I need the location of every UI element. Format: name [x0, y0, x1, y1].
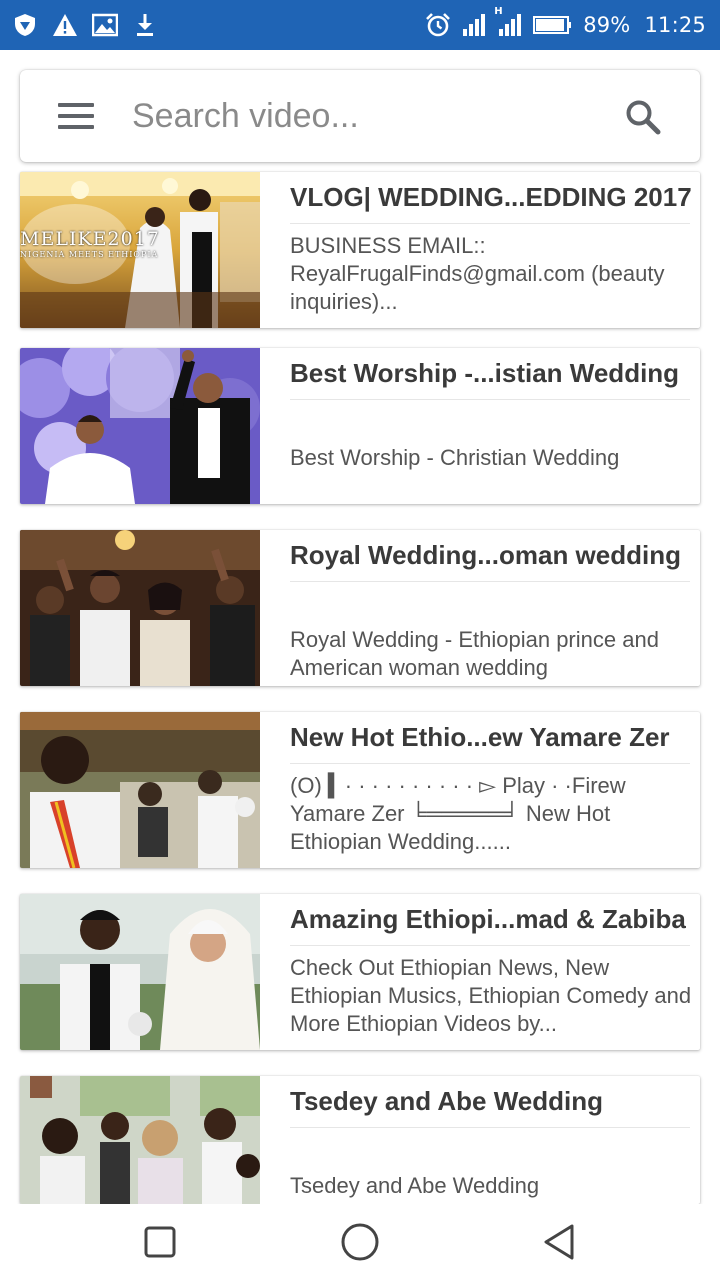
video-description: BUSINESS EMAIL:: ReyalFrugalFinds@gmail.… — [290, 233, 665, 314]
shield-icon — [12, 12, 38, 38]
system-status: H 89% 11:25 — [425, 6, 706, 40]
video-thumbnail[interactable] — [20, 712, 260, 868]
video-description: (O) ▍· · · · · · · · · · ▻ Play · ·Firew… — [290, 773, 626, 854]
video-thumbnail[interactable] — [20, 348, 260, 504]
warning-icon — [52, 12, 78, 38]
signal-h-icon: H — [494, 6, 523, 38]
video-item[interactable]: MELIKE2017 NIGENIA MEETS ETHIOPIA VLOG| … — [20, 172, 700, 328]
video-description: Royal Wedding - Ethiopian prince and Ame… — [290, 627, 659, 680]
divider — [290, 945, 690, 946]
battery-percent: 89% — [583, 13, 631, 37]
search-input[interactable] — [132, 92, 602, 140]
video-thumbnail[interactable] — [20, 530, 260, 686]
signal-icon — [461, 12, 487, 38]
video-title: VLOG| WEDDING...EDDING 2017 — [290, 182, 692, 212]
video-title: Best Worship -...istian Wedding — [290, 358, 680, 388]
search-icon[interactable] — [624, 98, 662, 136]
video-item[interactable]: Best Worship -...istian Wedding Best Wor… — [20, 348, 700, 504]
video-item[interactable]: Amazing Ethiopi...mad & Zabiba Check Out… — [20, 894, 700, 1050]
video-description: Check Out Ethiopian News, New Ethiopian … — [290, 955, 692, 1036]
divider — [290, 763, 690, 764]
video-item[interactable]: Tsedey and Abe Wedding Tsedey and Abe We… — [20, 1076, 700, 1204]
video-thumbnail[interactable] — [20, 1076, 260, 1204]
video-title: Royal Wedding...oman wedding — [290, 540, 681, 570]
search-bar — [20, 70, 700, 162]
video-thumbnail[interactable] — [20, 894, 260, 1050]
download-icon — [132, 12, 158, 38]
home-circle-icon[interactable] — [340, 1222, 380, 1262]
battery-icon — [533, 12, 573, 38]
network-type: H — [494, 6, 503, 17]
divider — [290, 223, 690, 224]
video-description: Best Worship - Christian Wedding — [290, 445, 620, 470]
divider — [290, 399, 690, 400]
alarm-icon — [425, 12, 451, 38]
video-item[interactable]: New Hot Ethio...ew Yamare Zer (O) ▍· · ·… — [20, 712, 700, 868]
menu-icon[interactable] — [58, 103, 94, 129]
video-title: New Hot Ethio...ew Yamare Zer — [290, 722, 670, 752]
divider — [290, 1127, 690, 1128]
video-thumbnail[interactable]: MELIKE2017 NIGENIA MEETS ETHIOPIA — [20, 172, 260, 328]
divider — [290, 581, 690, 582]
status-bar: H 89% 11:25 — [0, 0, 720, 50]
video-title: Amazing Ethiopi...mad & Zabiba — [290, 904, 686, 934]
navigation-bar — [0, 1204, 720, 1280]
notification-icons — [12, 10, 158, 40]
back-triangle-icon[interactable] — [540, 1222, 580, 1262]
video-description: Tsedey and Abe Wedding — [290, 1173, 540, 1198]
clock: 11:25 — [644, 13, 706, 37]
video-item[interactable]: Royal Wedding...oman wedding Royal Weddi… — [20, 530, 700, 686]
recents-square-icon[interactable] — [140, 1222, 180, 1262]
thumbnail-watermark: MELIKE2017 NIGENIA MEETS ETHIOPIA — [20, 228, 160, 259]
video-title: Tsedey and Abe Wedding — [290, 1086, 604, 1116]
image-icon — [92, 12, 118, 38]
